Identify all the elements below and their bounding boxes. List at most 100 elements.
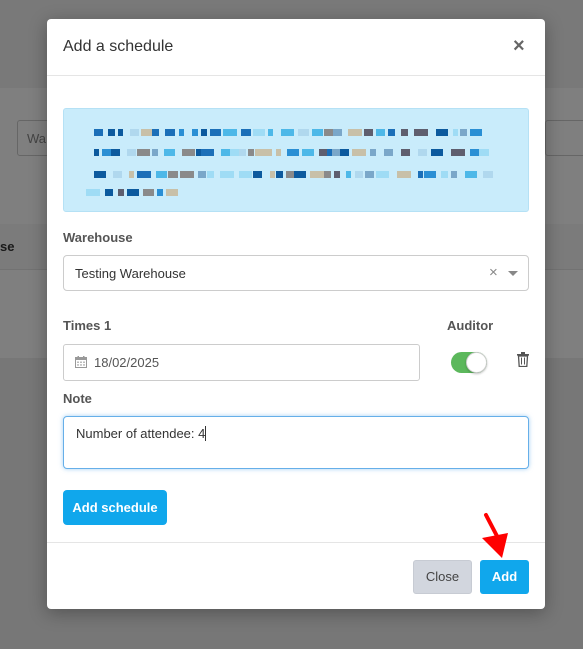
redaction-pixel [127, 189, 139, 196]
redaction-pixel [424, 171, 436, 178]
redaction-pixel [310, 171, 324, 178]
redaction-pixel [201, 129, 207, 136]
redaction-pixel [436, 129, 448, 136]
text-caret [205, 426, 207, 441]
redaction-pixel [276, 149, 281, 156]
redaction-pixel [334, 171, 340, 178]
redaction-pixel [431, 149, 443, 156]
redaction-pixel [182, 149, 195, 156]
redaction-pixel [319, 149, 327, 156]
redacted-info-box [63, 108, 529, 212]
add-button[interactable]: Add [480, 560, 529, 594]
redaction-pixel [276, 171, 283, 178]
redaction-pixel [268, 129, 273, 136]
redaction-pixel [201, 149, 214, 156]
redaction-pixel [348, 129, 362, 136]
auditor-label: Auditor [447, 318, 494, 333]
redaction-pixel [164, 149, 175, 156]
redaction-pixel [346, 171, 351, 178]
redaction-pixel [221, 149, 230, 156]
redaction-pixel [127, 149, 136, 156]
redaction-pixel [460, 129, 467, 136]
redaction-pixel [255, 149, 266, 156]
redaction-pixel [192, 129, 198, 136]
redaction-pixel [364, 129, 373, 136]
redaction-pixel [179, 129, 184, 136]
chevron-down-icon[interactable] [508, 271, 518, 276]
redaction-pixel [137, 149, 150, 156]
redaction-pixel [241, 129, 251, 136]
redaction-pixel [108, 129, 115, 136]
redaction-pixel [418, 149, 427, 156]
add-schedule-button[interactable]: Add schedule [63, 490, 167, 525]
redaction-pixel [479, 149, 489, 156]
red-arrow-icon [482, 513, 508, 558]
redaction-pixel [118, 189, 124, 196]
redaction-pixel [141, 129, 152, 136]
redaction-pixel [340, 149, 349, 156]
date-field[interactable]: 18/02/2025 [63, 344, 420, 381]
redaction-pixel [418, 171, 423, 178]
redaction-pixel [287, 149, 299, 156]
redaction-pixel [130, 129, 139, 136]
redaction-pixel [198, 171, 206, 178]
redaction-pixel [94, 149, 99, 156]
redaction-pixel [376, 171, 389, 178]
redaction-pixel [270, 171, 275, 178]
redaction-pixel [165, 129, 175, 136]
redaction-pixel [143, 189, 154, 196]
redaction-pixel [239, 171, 252, 178]
redaction-pixel [180, 171, 194, 178]
redaction-pixel [332, 149, 340, 156]
redaction-pixel [210, 129, 221, 136]
redaction-pixel [365, 171, 374, 178]
redaction-pixel [253, 129, 265, 136]
redaction-pixel [281, 129, 294, 136]
toggle-knob [466, 352, 487, 373]
note-textarea[interactable]: Number of attendee: 4 [63, 416, 529, 469]
modal-header: Add a schedule × [47, 19, 545, 76]
warehouse-label: Warehouse [63, 230, 133, 245]
calendar-icon [75, 356, 87, 368]
redaction-pixel [94, 129, 103, 136]
redaction-pixel [223, 129, 237, 136]
redaction-pixel [294, 171, 306, 178]
close-x-icon[interactable]: × [513, 36, 525, 56]
redaction-pixel [137, 171, 151, 178]
redaction-pixel [333, 129, 342, 136]
redaction-pixel [451, 149, 465, 156]
modal-title: Add a schedule [63, 38, 174, 55]
redaction-pixel [441, 171, 448, 178]
redaction-pixel [465, 171, 477, 178]
redaction-pixel [152, 129, 159, 136]
redaction-pixel [118, 129, 123, 136]
redaction-pixel [207, 171, 214, 178]
date-value: 18/02/2025 [94, 355, 160, 370]
redaction-pixel [355, 171, 363, 178]
redaction-pixel [384, 149, 393, 156]
redaction-pixel [370, 149, 376, 156]
redaction-pixel [129, 171, 134, 178]
redaction-pixel [253, 171, 262, 178]
redaction-pixel [414, 129, 428, 136]
warehouse-select[interactable]: Testing Warehouse × [63, 255, 529, 291]
redaction-pixel [376, 129, 385, 136]
redaction-pixel [239, 149, 246, 156]
redaction-pixel [324, 171, 331, 178]
clear-icon[interactable]: × [489, 264, 498, 282]
auditor-toggle[interactable] [451, 352, 487, 373]
close-button[interactable]: Close [413, 560, 472, 594]
redaction-pixel [401, 129, 408, 136]
redaction-pixel [157, 189, 163, 196]
trash-icon[interactable] [516, 352, 530, 367]
warehouse-select-value: Testing Warehouse [75, 266, 186, 281]
redaction-pixel [266, 149, 272, 156]
redaction-pixel [166, 189, 178, 196]
redaction-pixel [102, 149, 111, 156]
redaction-pixel [111, 149, 120, 156]
redaction-pixel [451, 171, 457, 178]
note-label: Note [63, 391, 92, 406]
redaction-pixel [286, 171, 294, 178]
redaction-pixel [248, 149, 254, 156]
times-label: Times 1 [63, 318, 112, 333]
